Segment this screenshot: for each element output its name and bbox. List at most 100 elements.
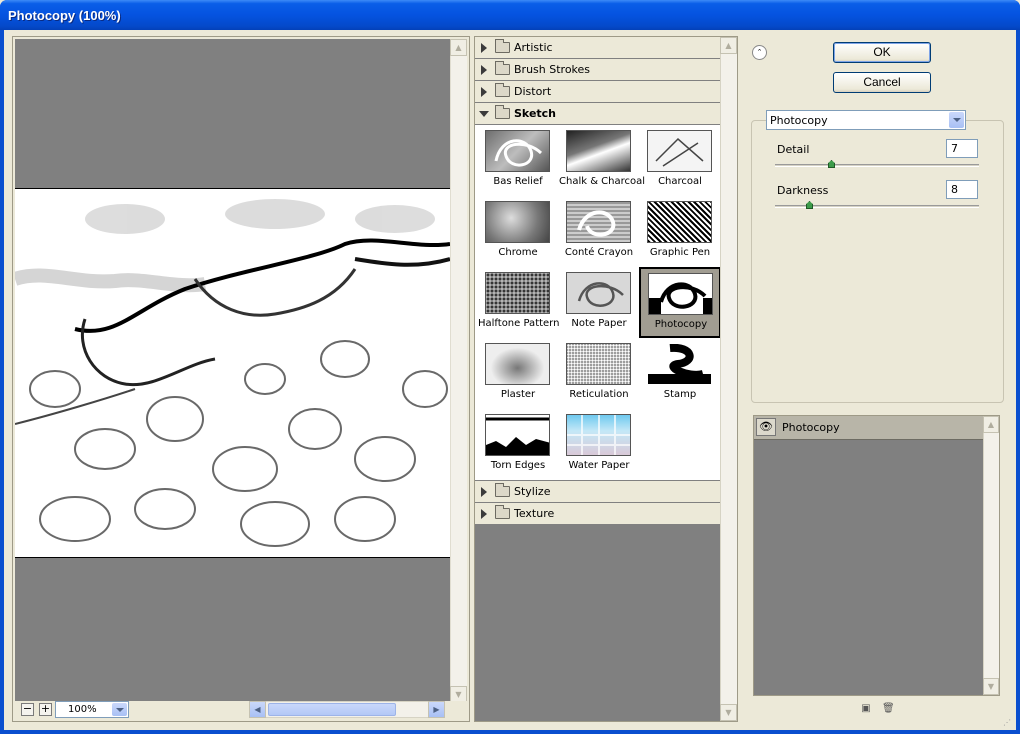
folder-icon <box>495 39 510 53</box>
folder-icon <box>495 483 510 497</box>
filter-label: Chrome <box>498 247 538 258</box>
filter-thumb-chalk-charcoal[interactable]: Chalk & Charcoal <box>559 126 646 196</box>
photocopy-preview <box>648 273 713 315</box>
chalk-charcoal-preview <box>566 130 631 172</box>
expand-arrow-icon <box>481 509 487 519</box>
conte-crayon-preview <box>566 201 631 243</box>
detail-slider[interactable] <box>775 160 979 168</box>
scroll-up-icon[interactable]: ▲ <box>983 416 999 433</box>
preview-canvas[interactable] <box>15 39 450 703</box>
chevron-down-icon[interactable] <box>949 112 964 128</box>
scroll-up-icon[interactable]: ▲ <box>450 39 467 56</box>
layers-scrollbar[interactable]: ▲ ▼ <box>983 416 999 695</box>
filter-label: Water Paper <box>568 460 630 471</box>
cancel-button[interactable]: Cancel <box>833 72 931 93</box>
filter-label: Chalk & Charcoal <box>559 176 646 187</box>
category-label: Brush Strokes <box>514 63 591 76</box>
filter-label: Plaster <box>500 389 536 400</box>
filter-thumb-reticulation[interactable]: Reticulation <box>559 339 639 409</box>
filter-thumb-note-paper[interactable]: Note Paper <box>559 268 639 338</box>
preview-image <box>15 188 450 558</box>
gallery-scrollbar[interactable]: ▲ ▼ <box>720 37 737 721</box>
filter-thumb-water-paper[interactable]: Water Paper <box>559 410 639 480</box>
dialog-client: ▲ ▼ − + 100% ◀ ▶ Artistic Brush Strokes … <box>4 30 1016 730</box>
category-texture[interactable]: Texture <box>475 503 721 525</box>
filter-thumb-conte-crayon[interactable]: Conté Crayon <box>559 197 639 267</box>
filter-settings-group <box>751 120 1004 403</box>
collapse-gallery-icon[interactable]: ⌃ <box>752 45 767 60</box>
resize-grip-icon[interactable]: ⋰ <box>1003 718 1013 728</box>
stamp-preview <box>647 343 712 385</box>
ok-button[interactable]: OK <box>833 42 931 63</box>
zoom-value: 100% <box>68 704 97 715</box>
plaster-preview <box>485 343 550 385</box>
folder-icon <box>495 83 510 97</box>
scroll-right-icon[interactable]: ▶ <box>428 701 445 718</box>
dialog-window: Photocopy (100%) ▲ ▼ − + 100% ◀ ▶ Artist… <box>0 0 1020 734</box>
category-sketch[interactable]: Sketch <box>475 103 721 125</box>
new-effect-layer-icon[interactable]: ▣ <box>860 703 872 715</box>
note-paper-preview <box>566 272 631 314</box>
expand-arrow-icon <box>481 43 487 53</box>
expand-arrow-icon <box>481 65 487 75</box>
trash-icon[interactable]: 🗑 <box>882 703 895 715</box>
category-artistic[interactable]: Artistic <box>475 37 721 59</box>
filter-label: Torn Edges <box>490 460 546 471</box>
filter-label: Stamp <box>663 389 697 400</box>
torn-edges-preview <box>485 414 550 456</box>
bas-relief-preview <box>485 130 550 172</box>
filter-label: Bas Relief <box>493 176 543 187</box>
preview-vertical-scrollbar[interactable]: ▲ ▼ <box>450 39 467 703</box>
filter-thumb-bas-relief[interactable]: Bas Relief <box>478 126 558 196</box>
darkness-input[interactable]: 8 <box>946 180 978 199</box>
preview-panel: ▲ ▼ − + 100% ◀ ▶ <box>12 36 470 722</box>
effect-layer-row[interactable]: 👁 Photocopy <box>754 416 984 440</box>
scroll-left-icon[interactable]: ◀ <box>249 701 266 718</box>
halftone-pattern-preview <box>485 272 550 314</box>
sketch-thumbnails: Bas Relief Chalk & Charcoal Charcoal Chr… <box>475 125 721 481</box>
graphic-pen-preview <box>647 201 712 243</box>
expand-arrow-icon <box>481 487 487 497</box>
detail-input[interactable]: 7 <box>946 139 978 158</box>
filter-select-value: Photocopy <box>770 114 828 127</box>
category-distort[interactable]: Distort <box>475 81 721 103</box>
darkness-label: Darkness <box>777 184 829 197</box>
category-label: Distort <box>514 85 552 98</box>
filter-thumb-chrome[interactable]: Chrome <box>478 197 558 267</box>
scroll-up-icon[interactable]: ▲ <box>720 37 737 54</box>
scroll-down-icon[interactable]: ▼ <box>983 678 999 695</box>
open-folder-icon <box>495 105 510 119</box>
folder-icon <box>495 61 510 75</box>
filter-thumb-stamp[interactable]: Stamp <box>640 339 720 409</box>
filter-thumb-torn-edges[interactable]: Torn Edges <box>478 410 558 480</box>
filter-label: Note Paper <box>571 318 627 329</box>
zoom-out-button[interactable]: − <box>21 703 34 716</box>
scroll-down-icon[interactable]: ▼ <box>720 704 737 721</box>
eye-icon[interactable]: 👁 <box>756 418 776 436</box>
title-bar[interactable]: Photocopy (100%) <box>0 0 1020 30</box>
preview-zoom-bar: − + 100% ◀ ▶ <box>15 701 467 719</box>
folder-icon <box>495 505 510 519</box>
filter-thumb-plaster[interactable]: Plaster <box>478 339 558 409</box>
zoom-select[interactable]: 100% <box>55 701 129 718</box>
darkness-slider[interactable] <box>775 201 979 209</box>
filter-label: Photocopy <box>654 319 708 330</box>
chevron-down-icon[interactable] <box>112 703 127 716</box>
zoom-in-button[interactable]: + <box>39 703 52 716</box>
filter-thumb-halftone-pattern[interactable]: Halftone Pattern <box>478 268 560 338</box>
category-stylize[interactable]: Stylize <box>475 481 721 503</box>
category-brush-strokes[interactable]: Brush Strokes <box>475 59 721 81</box>
filter-label: Halftone Pattern <box>478 318 560 329</box>
category-label: Stylize <box>514 485 551 498</box>
chrome-preview <box>485 201 550 243</box>
filter-thumb-charcoal[interactable]: Charcoal <box>640 126 720 196</box>
window-title: Photocopy (100%) <box>8 8 121 23</box>
scroll-thumb[interactable] <box>268 703 396 716</box>
filter-thumb-photocopy[interactable]: Photocopy <box>639 267 721 338</box>
filter-thumb-graphic-pen[interactable]: Graphic Pen <box>640 197 720 267</box>
preview-horizontal-scrollbar[interactable]: ◀ ▶ <box>249 701 445 718</box>
water-paper-preview <box>566 414 631 456</box>
filter-select[interactable]: Photocopy <box>766 110 966 130</box>
effect-layer-name: Photocopy <box>782 421 840 434</box>
charcoal-preview <box>647 130 712 172</box>
